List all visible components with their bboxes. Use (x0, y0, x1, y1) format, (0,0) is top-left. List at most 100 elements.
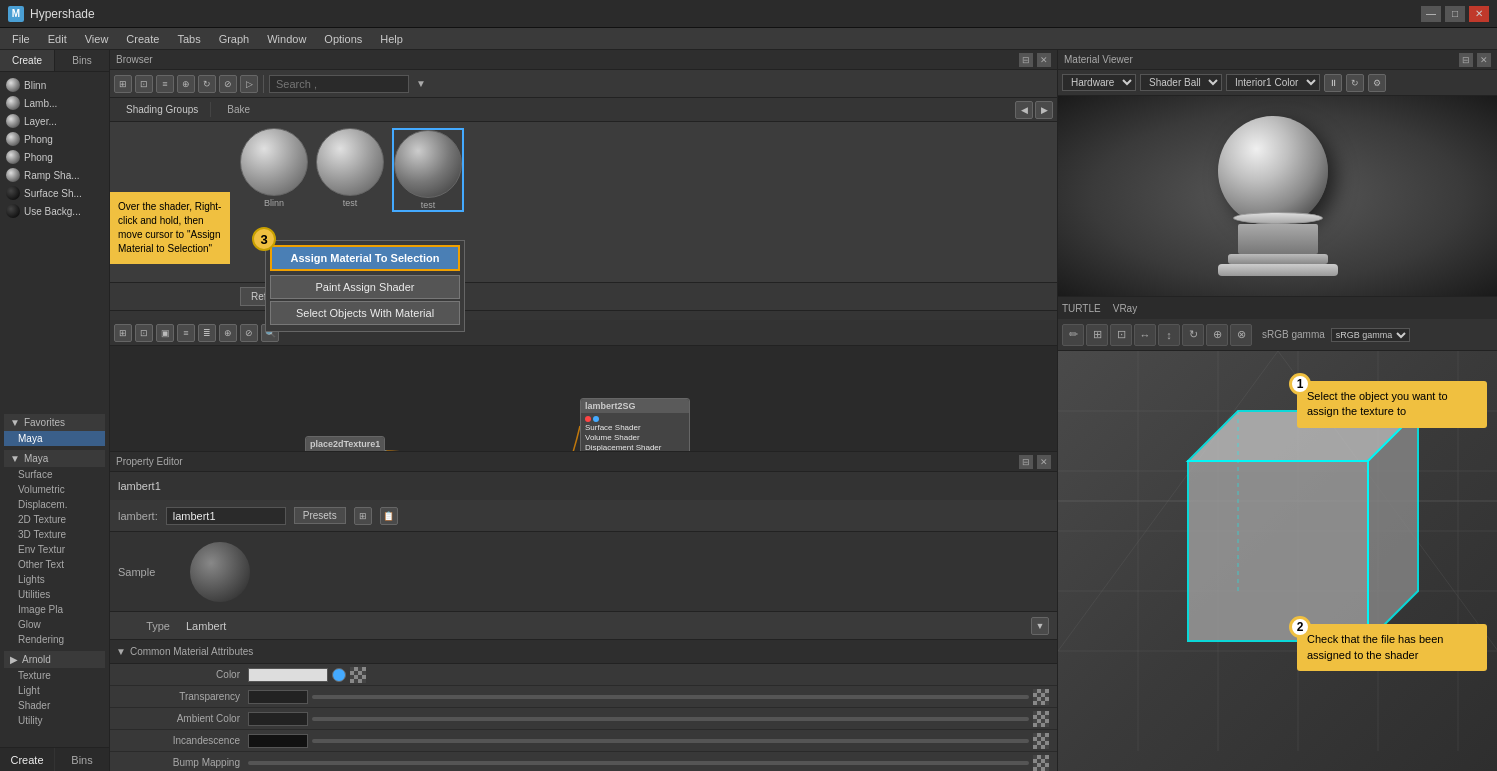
tb-icon-5[interactable]: ↻ (198, 75, 216, 93)
property-float-btn[interactable]: ⊟ (1019, 455, 1033, 469)
sidebar-item-rendering[interactable]: Rendering (4, 632, 105, 647)
sidebar-item-glow[interactable]: Glow (4, 617, 105, 632)
viewer-ball-dropdown[interactable]: Shader Ball (1140, 74, 1222, 91)
vp-tool-8[interactable]: ⊗ (1230, 324, 1252, 346)
menu-help[interactable]: Help (372, 31, 411, 47)
sidebar-item-utility[interactable]: Utility (4, 713, 105, 728)
graph-tb-3[interactable]: ▣ (156, 324, 174, 342)
type-dropdown-arrow[interactable]: ▼ (1031, 617, 1049, 635)
sidebar-item-maya[interactable]: Maya (4, 431, 105, 446)
browser-float-btn[interactable]: ⊟ (1019, 53, 1033, 67)
vp-tool-3[interactable]: ⊡ (1110, 324, 1132, 346)
sidebar-item-utilities[interactable]: Utilities (4, 587, 105, 602)
maximize-btn[interactable]: □ (1445, 6, 1465, 22)
vp-tool-6[interactable]: ↻ (1182, 324, 1204, 346)
node-place2dtexture[interactable]: place2dTexture1 Out UV[0] (305, 436, 385, 451)
material-swatch-1[interactable]: Blinn (240, 128, 308, 208)
menu-edit[interactable]: Edit (40, 31, 75, 47)
vp-tool-2[interactable]: ⊞ (1086, 324, 1108, 346)
sidebar-item-light[interactable]: Light (4, 683, 105, 698)
bake-tab[interactable]: Bake (215, 102, 262, 117)
prop-icon-1[interactable]: ⊞ (354, 507, 372, 525)
tb-icon-7[interactable]: ▷ (240, 75, 258, 93)
material-swatch-2[interactable]: test (316, 128, 384, 208)
graph-tb-2[interactable]: ⊡ (135, 324, 153, 342)
node-lambert2sg[interactable]: lambert2SG Surface Shader Volume Shader (580, 398, 690, 451)
create-bottom-btn[interactable]: Create (0, 748, 55, 771)
bump-checker[interactable] (1033, 755, 1049, 771)
close-btn[interactable]: ✕ (1469, 6, 1489, 22)
sidebar-item-envtexture[interactable]: Env Textur (4, 542, 105, 557)
turtle-tab[interactable]: TURTLE (1062, 303, 1101, 314)
sidebar-item-volumetric[interactable]: Volumetric (4, 482, 105, 497)
graph-tb-7[interactable]: ⊘ (240, 324, 258, 342)
material-swatch-3-selected[interactable]: test (392, 128, 464, 212)
graph-tb-6[interactable]: ⊕ (219, 324, 237, 342)
transparency-checker[interactable] (1033, 689, 1049, 705)
maya-group-header[interactable]: ▼ Maya (4, 450, 105, 467)
viewer-pause-btn[interactable]: ⏸ (1324, 74, 1342, 92)
sidebar-item-othertext[interactable]: Other Text (4, 557, 105, 572)
viewer-renderer-dropdown[interactable]: Hardware (1062, 74, 1136, 91)
sidebar-item-shader[interactable]: Shader (4, 698, 105, 713)
vp-tool-7[interactable]: ⊕ (1206, 324, 1228, 346)
attrs-section-header[interactable]: ▼ Common Material Attributes (110, 640, 1057, 664)
transparency-swatch[interactable] (248, 690, 308, 704)
tb-icon-2[interactable]: ⊡ (135, 75, 153, 93)
bump-slider-track[interactable] (248, 761, 1029, 765)
window-controls[interactable]: — □ ✕ (1421, 6, 1489, 22)
menu-view[interactable]: View (77, 31, 117, 47)
gamma-dropdown[interactable]: sRGB gamma (1331, 328, 1410, 342)
sidebar-item-imageplane[interactable]: Image Pla (4, 602, 105, 617)
create-tab[interactable]: Create (0, 50, 55, 71)
graph-tb-5[interactable]: ≣ (198, 324, 216, 342)
menu-options[interactable]: Options (316, 31, 370, 47)
collapse-icon[interactable]: ▶ (1035, 101, 1053, 119)
bins-tab[interactable]: Bins (55, 50, 109, 71)
ambient-checker[interactable] (1033, 711, 1049, 727)
viewer-settings-btn[interactable]: ⚙ (1368, 74, 1386, 92)
search-input[interactable] (269, 75, 409, 93)
tb-icon-6[interactable]: ⊘ (219, 75, 237, 93)
viewer-hdri-dropdown[interactable]: Interior1 Color (1226, 74, 1320, 91)
vp-tool-5[interactable]: ↕ (1158, 324, 1180, 346)
favorites-group-header[interactable]: ▼ Favorites (4, 414, 105, 431)
incandescence-swatch[interactable] (248, 734, 308, 748)
viewer-refresh-btn[interactable]: ↻ (1346, 74, 1364, 92)
incandescence-slider-track[interactable] (312, 739, 1029, 743)
expand-icon[interactable]: ◀ (1015, 101, 1033, 119)
presets-button[interactable]: Presets (294, 507, 346, 524)
incandescence-checker[interactable] (1033, 733, 1049, 749)
minimize-btn[interactable]: — (1421, 6, 1441, 22)
sidebar-item-surface[interactable]: Surface (4, 467, 105, 482)
sidebar-item-3dtexture[interactable]: 3D Texture (4, 527, 105, 542)
select-objects-btn[interactable]: Select Objects With Material (270, 301, 460, 325)
sidebar-item-texture[interactable]: Texture (4, 668, 105, 683)
menu-window[interactable]: Window (259, 31, 314, 47)
arnold-group-header[interactable]: ▶ Arnold (4, 651, 105, 668)
graph-tb-4[interactable]: ≡ (177, 324, 195, 342)
lambert-name-input[interactable] (166, 507, 286, 525)
color-checker[interactable] (350, 667, 366, 683)
vp-tool-4[interactable]: ↔ (1134, 324, 1156, 346)
sidebar-item-lights[interactable]: Lights (4, 572, 105, 587)
tb-icon-3[interactable]: ≡ (156, 75, 174, 93)
shading-groups-tab[interactable]: Shading Groups (114, 102, 211, 117)
ambient-swatch[interactable] (248, 712, 308, 726)
browser-close-btn[interactable]: ✕ (1037, 53, 1051, 67)
tb-icon-4[interactable]: ⊕ (177, 75, 195, 93)
paint-assign-btn[interactable]: Paint Assign Shader (270, 275, 460, 299)
tb-icon-1[interactable]: ⊞ (114, 75, 132, 93)
graph-tb-1[interactable]: ⊞ (114, 324, 132, 342)
menu-create[interactable]: Create (118, 31, 167, 47)
property-close-btn[interactable]: ✕ (1037, 455, 1051, 469)
menu-file[interactable]: File (4, 31, 38, 47)
bins-bottom-btn[interactable]: Bins (55, 748, 109, 771)
menu-tabs[interactable]: Tabs (169, 31, 208, 47)
sidebar-item-displacement[interactable]: Displacem. (4, 497, 105, 512)
vray-tab[interactable]: VRay (1113, 303, 1137, 314)
prop-icon-2[interactable]: 📋 (380, 507, 398, 525)
viewer-close-btn[interactable]: ✕ (1477, 53, 1491, 67)
viewer-float-btn[interactable]: ⊟ (1459, 53, 1473, 67)
sidebar-item-2dtexture[interactable]: 2D Texture (4, 512, 105, 527)
